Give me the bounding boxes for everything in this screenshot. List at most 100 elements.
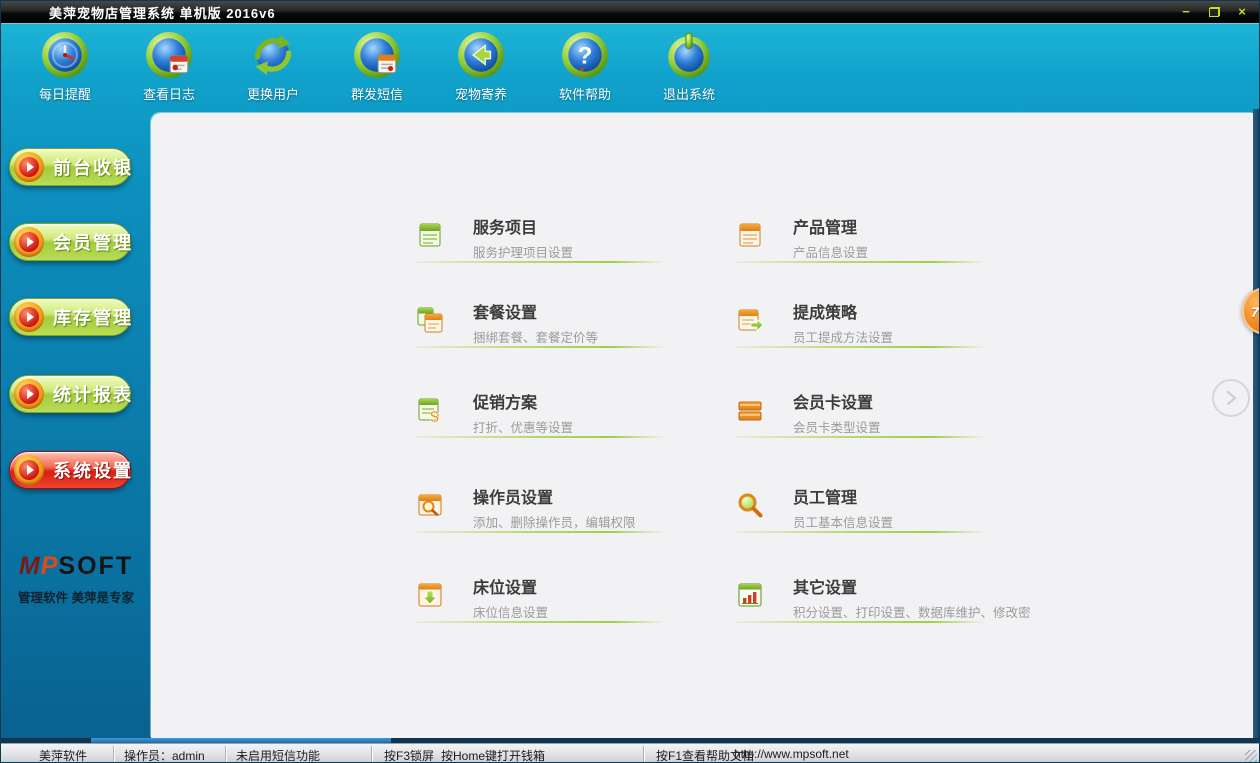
promo-badge-value: 75: [1251, 304, 1259, 320]
toolbar-item-software-help[interactable]: ? 软件帮助: [533, 24, 637, 109]
sidebar-item-members[interactable]: 会员管理: [9, 223, 131, 261]
logo-m: M: [18, 552, 41, 580]
status-separator: [113, 746, 114, 762]
separator-line: [416, 531, 666, 533]
status-separator: [643, 746, 644, 762]
toolbar-label: 宠物寄养: [454, 87, 507, 102]
menu-subtitle: 服务护理项目设置: [473, 246, 574, 260]
toolbar-label: 查看日志: [142, 87, 195, 102]
staff-management-icon: [738, 493, 763, 518]
separator-line: [736, 621, 986, 623]
toolbar-label: 群发短信: [350, 87, 403, 102]
pet-boarding-icon: [458, 32, 504, 78]
menu-subtitle: 产品信息设置: [793, 246, 869, 260]
toolbar: 每日提醒 查看日志 更换用户 群发短信 宠物寄养 ? 软件帮助 退出系统: [1, 23, 1259, 109]
sidebar-item-label: 会员管理: [53, 233, 133, 253]
status-sms: 未启用短信功能: [236, 749, 321, 763]
menu-item-staff-management[interactable]: 员工管理 员工基本信息设置: [736, 489, 992, 535]
separator-line: [736, 531, 986, 533]
mass-sms-icon: [354, 32, 400, 78]
status-operator: 操作员：admin: [124, 749, 205, 763]
daily-reminder-icon: [42, 32, 88, 78]
menu-subtitle: 添加、删除操作员，编辑权限: [473, 516, 636, 530]
toolbar-item-daily-reminder[interactable]: 每日提醒: [13, 24, 117, 109]
play-icon: [14, 152, 44, 182]
status-separator: [225, 746, 226, 762]
restore-button[interactable]: [1205, 4, 1223, 19]
status-cashbox-hint: 按Home键打开钱箱: [441, 749, 546, 763]
minimize-button[interactable]: −: [1177, 4, 1195, 19]
sidebar-item-cashier[interactable]: 前台收银: [9, 148, 131, 186]
toolbar-item-view-log[interactable]: 查看日志: [117, 24, 221, 109]
separator-line: [416, 436, 666, 438]
menu-item-operator-settings[interactable]: 操作员设置 添加、删除操作员，编辑权限: [416, 489, 672, 535]
menu-item-commission-policy[interactable]: 提成策略 员工提成方法设置: [736, 304, 992, 350]
menu-title: 提成策略: [793, 305, 858, 322]
logo-tagline: 管理软件 美萍是专家: [18, 591, 134, 605]
promotion-plan-icon: $: [418, 398, 439, 424]
menu-item-member-card-settings[interactable]: 会员卡设置 会员卡类型设置: [736, 394, 992, 440]
svg-text:$: $: [430, 409, 439, 424]
menu-item-package-settings[interactable]: 套餐设置 捆绑套餐、套餐定价等: [416, 304, 672, 350]
menu-title: 促销方案: [473, 395, 538, 412]
window-title: 美萍宠物店管理系统 单机版 2016v6: [49, 5, 276, 21]
menu-title: 服务项目: [473, 220, 538, 237]
separator-line: [416, 346, 666, 348]
app-window: 美萍宠物店管理系统 单机版 2016v6 − × 每日提醒 查看日志 更换用户 …: [0, 0, 1260, 763]
menu-subtitle: 打折、优惠等设置: [473, 421, 574, 435]
menu-item-bed-settings[interactable]: 床位设置 床位信息设置: [416, 579, 672, 625]
logo-p: P: [40, 552, 59, 580]
sidebar-item-reports[interactable]: 统计报表: [9, 375, 131, 413]
toolbar-item-switch-user[interactable]: 更换用户: [221, 24, 325, 109]
mpsoft-logo: MPSOFT 管理软件 美萍是专家: [1, 552, 151, 606]
status-vendor: 美萍软件: [39, 749, 88, 763]
menu-item-promotion-plan[interactable]: $ 促销方案 打折、优惠等设置: [416, 394, 672, 440]
sidebar-item-label: 系统设置: [53, 461, 133, 481]
resize-grip-icon[interactable]: [1245, 750, 1257, 762]
menu-title: 套餐设置: [473, 305, 538, 322]
titlebar: 美萍宠物店管理系统 单机版 2016v6 − ×: [1, 1, 1259, 23]
menu-title: 员工管理: [793, 490, 858, 507]
other-settings-icon: [738, 583, 762, 607]
service-items-icon: [419, 223, 441, 247]
menu-title: 产品管理: [793, 220, 858, 237]
toolbar-item-pet-boarding[interactable]: 宠物寄养: [429, 24, 533, 109]
toolbar-label: 软件帮助: [558, 87, 611, 102]
menu-subtitle: 员工提成方法设置: [793, 331, 894, 345]
menu-title: 会员卡设置: [793, 395, 874, 412]
menu-subtitle: 会员卡类型设置: [793, 421, 881, 435]
menu-subtitle: 积分设置、打印设置、数据库维护、修改密: [793, 606, 1031, 620]
menu-title: 操作员设置: [473, 490, 554, 507]
sidebar-item-inventory[interactable]: 库存管理: [9, 298, 131, 336]
play-icon: [14, 379, 44, 409]
menu-subtitle: 捆绑套餐、套餐定价等: [473, 331, 599, 345]
statusbar: 美萍软件 操作员：admin 未启用短信功能 按F3锁屏 按Home键打开钱箱 …: [1, 743, 1259, 763]
sidebar-item-label: 库存管理: [53, 308, 133, 328]
menu-item-other-settings[interactable]: 其它设置 积分设置、打印设置、数据库维护、修改密: [736, 579, 1031, 625]
exit-system-icon: [668, 32, 710, 78]
sidebar-item-label: 统计报表: [53, 385, 133, 405]
status-separator: [371, 746, 372, 762]
sidebar-item-settings[interactable]: 系统设置: [9, 451, 131, 489]
menu-subtitle: 床位信息设置: [473, 606, 549, 620]
separator-line: [736, 346, 986, 348]
product-management-icon: [739, 223, 761, 247]
right-edge-strip: [1253, 109, 1259, 738]
chevron-right-icon: [1226, 390, 1237, 406]
toolbar-item-exit-system[interactable]: 退出系统: [637, 24, 741, 109]
settings-menu-panel: 服务项目 服务护理项目设置 产品管理 产品信息设置 套餐设置 捆绑套餐、套餐定价…: [151, 113, 1253, 738]
svg-text:?: ?: [578, 42, 593, 69]
menu-item-service-items[interactable]: 服务项目 服务护理项目设置: [416, 219, 672, 265]
toolbar-label: 退出系统: [662, 87, 715, 102]
next-page-button[interactable]: [1212, 379, 1250, 417]
separator-line: [416, 261, 666, 263]
play-icon: [14, 302, 44, 332]
menu-item-product-management[interactable]: 产品管理 产品信息设置: [736, 219, 992, 265]
switch-user-icon: [254, 35, 292, 75]
close-button[interactable]: ×: [1233, 4, 1251, 19]
logo-soft: SOFT: [58, 552, 134, 580]
commission-policy-icon: [738, 309, 764, 332]
toolbar-item-mass-sms[interactable]: 群发短信: [325, 24, 429, 109]
bed-settings-icon: [418, 583, 442, 607]
sidebar-item-label: 前台收银: [53, 158, 133, 178]
